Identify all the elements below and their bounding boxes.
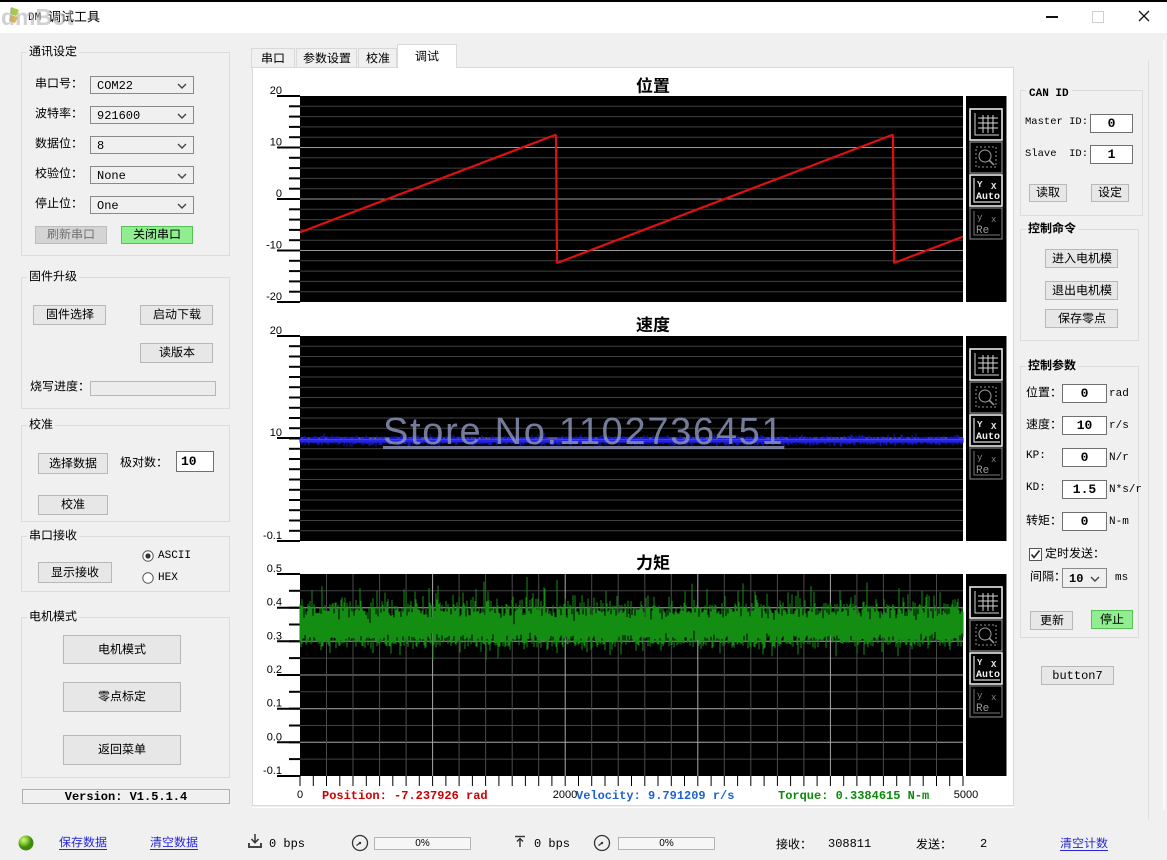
svg-text:5000: 5000 [954, 789, 978, 801]
svg-text:X: X [991, 422, 997, 432]
svg-text:Re: Re [976, 225, 989, 237]
svg-text:Y: Y [977, 180, 983, 190]
svg-text:Y: Y [977, 420, 983, 430]
svg-text:Auto: Auto [976, 432, 1000, 443]
svg-text:0: 0 [297, 789, 303, 801]
svg-text:y: y [977, 691, 983, 701]
svg-text:x: x [991, 215, 996, 225]
svg-text:y: y [977, 213, 983, 223]
svg-text:Re: Re [976, 465, 989, 477]
svg-text:Y: Y [977, 658, 983, 668]
svg-text:X: X [991, 182, 997, 192]
svg-text:Re: Re [976, 703, 989, 715]
svg-text:x: x [991, 693, 996, 703]
svg-text:X: X [991, 660, 997, 670]
svg-text:x: x [991, 455, 996, 465]
svg-text:y: y [977, 453, 983, 463]
svg-text:Auto: Auto [976, 670, 1000, 681]
svg-text:2000: 2000 [553, 789, 577, 801]
svg-text:Auto: Auto [976, 192, 1000, 203]
